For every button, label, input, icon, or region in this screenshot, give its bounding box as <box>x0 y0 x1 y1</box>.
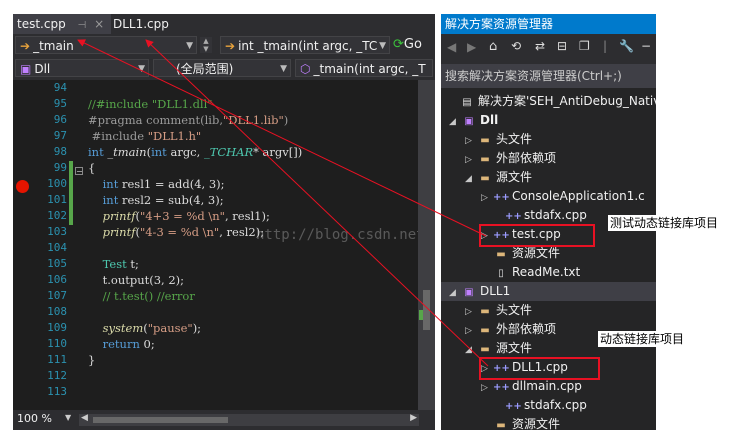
annotation-arrows <box>77 39 489 367</box>
arrow-line <box>77 39 487 237</box>
arrow-line <box>145 39 489 367</box>
